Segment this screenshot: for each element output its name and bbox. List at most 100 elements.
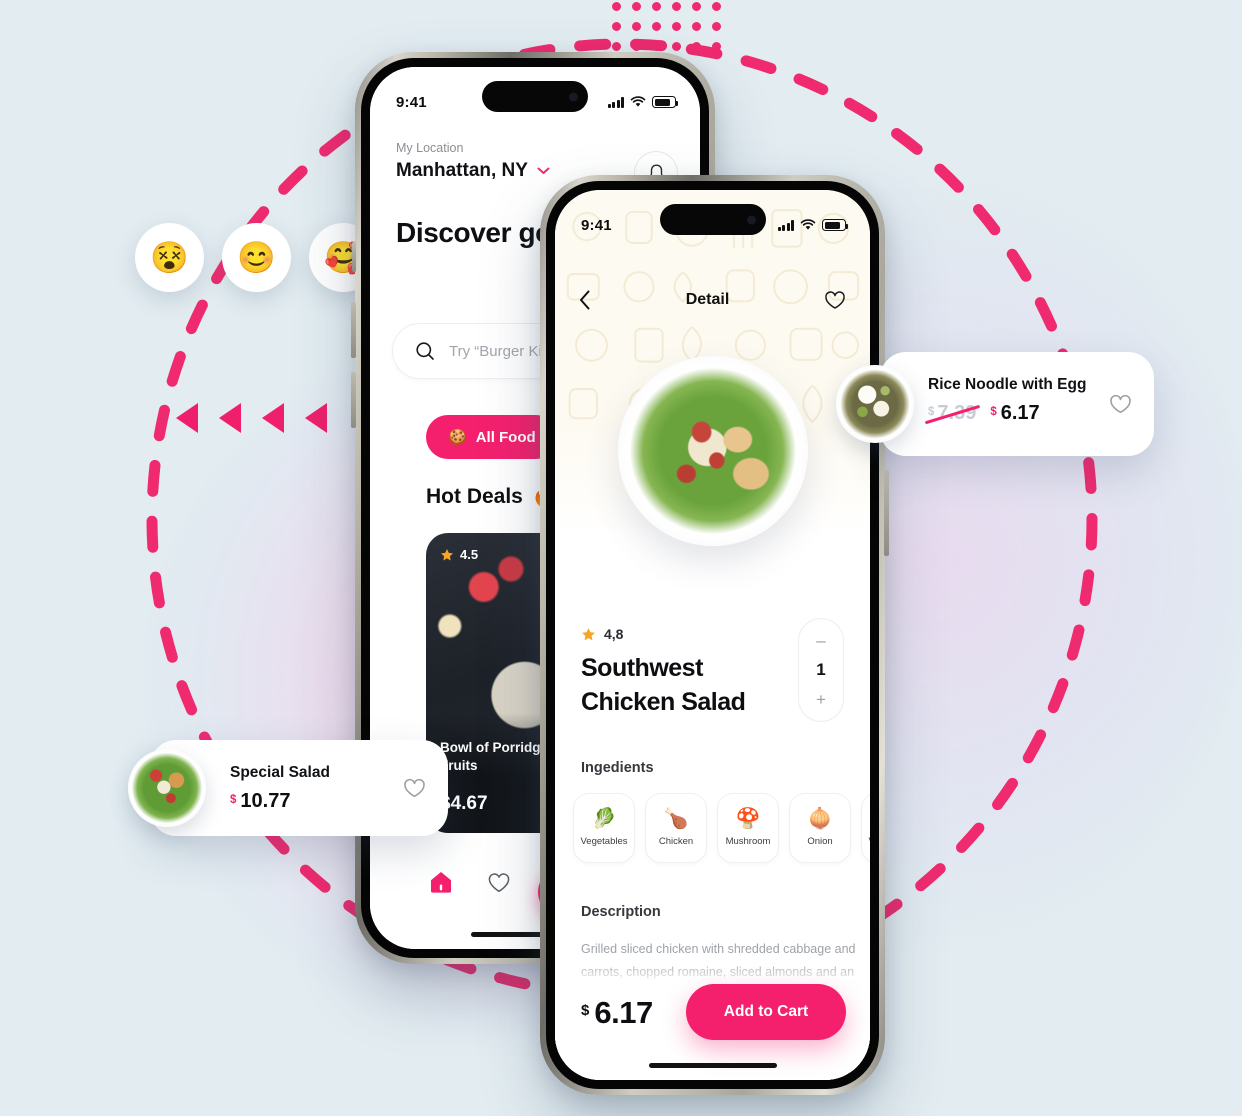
- decorative-dot: [712, 2, 721, 11]
- phone2-status-time: 9:41: [581, 216, 612, 234]
- detail-nav-bar: Detail: [555, 282, 870, 318]
- description-heading: Description: [581, 904, 661, 920]
- ingredient-label: Onion: [807, 836, 833, 847]
- wifi-icon: [630, 96, 646, 107]
- star-icon: [582, 627, 595, 640]
- wifi-icon: [800, 219, 816, 230]
- floating-card-rice-noodle[interactable]: Rice Noodle with Egg $ 7.39 $ 6.17: [836, 352, 1154, 456]
- detail-screen: 9:41 Detail 4,8 Southwest Chicken Salad …: [555, 190, 870, 1080]
- decorative-dot: [672, 22, 681, 31]
- phone1-mute-button: [352, 242, 356, 272]
- emoji-bubble-woozy: 😵: [135, 223, 204, 292]
- triangle-arrow: [305, 403, 327, 433]
- decorative-dot: [612, 22, 621, 31]
- phone1-dynamic-island: [482, 81, 588, 112]
- ingredient-label: Chicken: [658, 836, 694, 847]
- home-icon[interactable]: [428, 869, 454, 895]
- decorative-dot: [632, 42, 641, 51]
- rice-noodle-thumbnail: [836, 365, 914, 443]
- quantity-stepper[interactable]: – 1 +: [798, 618, 844, 722]
- phone2-screen: 9:41 Detail 4,8 Southwest Chicken Salad …: [555, 190, 870, 1080]
- heart-icon[interactable]: [824, 290, 846, 310]
- cellular-bars-icon: [607, 97, 624, 108]
- phone2-bezel: 9:41 Detail 4,8 Southwest Chicken Salad …: [546, 181, 879, 1089]
- decorative-dot: [692, 2, 701, 11]
- ingredient-label: Mushroom: [725, 836, 771, 847]
- phone1-status-time: 9:41: [396, 93, 427, 111]
- product-price: $ 6.17: [581, 995, 653, 1030]
- emoji-bubble-smiling: 😊: [222, 223, 291, 292]
- special-salad-title: Special Salad: [230, 764, 330, 781]
- deal-rating: 4.5: [440, 547, 478, 562]
- phone2-power-button: [884, 470, 889, 556]
- decorative-dot: [712, 42, 721, 51]
- increment-button[interactable]: +: [816, 691, 826, 708]
- location-city[interactable]: Manhattan, NY: [396, 160, 550, 182]
- add-to-cart-button[interactable]: Add to Cart: [686, 984, 846, 1040]
- filter-chip-all-food[interactable]: 🍪 All Food: [426, 415, 558, 459]
- decorative-dot: [652, 22, 661, 31]
- location-label: My Location: [396, 141, 464, 155]
- decorative-dot: [652, 2, 661, 11]
- heart-icon[interactable]: [403, 778, 426, 799]
- ingredient-chip[interactable]: 🍄 Mushroom: [717, 793, 779, 863]
- decorative-dot: [692, 42, 701, 51]
- triangle-arrow: [262, 403, 284, 433]
- phone1-status-icons: [607, 96, 678, 108]
- decorative-dot: [632, 22, 641, 31]
- decorative-dot: [612, 2, 621, 11]
- product-rating-value: 4,8: [604, 626, 624, 642]
- battery-icon: [652, 96, 678, 108]
- chevron-left-icon[interactable]: [579, 290, 591, 310]
- product-title: Southwest Chicken Salad: [581, 654, 746, 716]
- ingredient-label: Vegetables: [580, 836, 628, 847]
- rice-noodle-text: Rice Noodle with Egg $ 7.39 $ 6.17: [928, 376, 1086, 423]
- home-indicator: [648, 1063, 777, 1068]
- product-rating: 4,8: [581, 626, 623, 642]
- heart-icon[interactable]: [1109, 394, 1132, 415]
- ingredient-chip[interactable]: 🧅 Onion: [789, 793, 851, 863]
- section-title-hot-deals: Hot Deals 🔥: [426, 485, 558, 509]
- ingredient-chip[interactable]: 🍗 Chicken: [645, 793, 707, 863]
- rice-noodle-title: Rice Noodle with Egg: [928, 376, 1087, 393]
- chevron-down-icon: [537, 167, 550, 174]
- location-block[interactable]: My Location Manhattan, NY: [396, 141, 550, 182]
- ingredient-icon: 🍗: [663, 808, 689, 830]
- battery-icon: [822, 219, 848, 231]
- ingredient-chip[interactable]: 🍄Vegetables: [861, 793, 870, 863]
- decorative-dot: [612, 42, 621, 51]
- decorative-dot: [712, 22, 721, 31]
- quantity-value: 1: [816, 659, 826, 679]
- search-icon: [416, 342, 434, 360]
- special-salad-price: $ 10.77: [230, 790, 291, 812]
- triangle-arrow: [176, 403, 198, 433]
- poster-canvas: 😵 😊 🥰 9:41 My Location Manhattan, NY Dis…: [0, 0, 1242, 1116]
- rice-noodle-price: $ 7.39 $ 6.17: [928, 402, 1040, 424]
- decorative-dot: [652, 42, 661, 51]
- ingredients-list[interactable]: 🥬 Vegetables 🍗 Chicken 🍄 Mushroom 🧅 Onion 🍄Veget…: [573, 793, 870, 863]
- triangle-arrow: [219, 403, 241, 433]
- cookie-icon: 🍪: [448, 429, 467, 446]
- phone1-volume-down-button: [351, 372, 356, 428]
- detail-footer: $ 6.17 Add to Cart: [555, 960, 870, 1080]
- product-image: [617, 356, 808, 546]
- ingredient-chip[interactable]: 🥬 Vegetables: [573, 793, 635, 863]
- heart-icon[interactable]: [486, 869, 512, 895]
- phone2-dynamic-island: [659, 204, 766, 235]
- decorative-dot: [672, 42, 681, 51]
- ingredient-label: Vegetables: [868, 836, 870, 847]
- filter-chip-label: All Food: [475, 428, 536, 446]
- special-salad-thumbnail: [128, 749, 206, 827]
- floating-card-special-salad[interactable]: Special Salad $ 10.77: [128, 740, 448, 836]
- decorative-dot: [692, 22, 701, 31]
- star-icon: [441, 548, 453, 560]
- special-salad-text: Special Salad $ 10.77: [230, 764, 330, 811]
- ingredient-icon: 🧅: [807, 808, 833, 830]
- decorative-dot: [632, 2, 641, 11]
- cellular-bars-icon: [777, 220, 794, 231]
- smiling-face-icon: 😊: [237, 240, 276, 275]
- decorative-dot: [672, 2, 681, 11]
- phone-mockup-detail: 9:41 Detail 4,8 Southwest Chicken Salad …: [540, 175, 889, 1095]
- decrement-button[interactable]: –: [816, 632, 825, 649]
- ingredient-icon: 🥬: [591, 808, 617, 830]
